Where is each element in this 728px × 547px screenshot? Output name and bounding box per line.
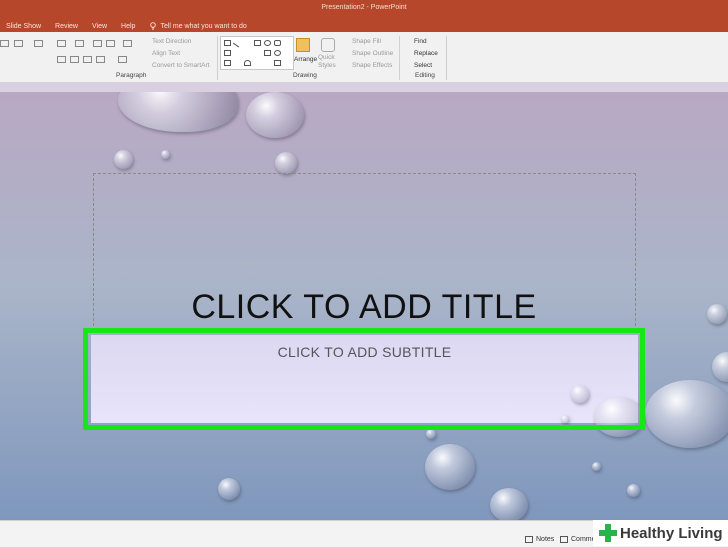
- decrease-indent-icon[interactable]: [93, 40, 102, 47]
- font-size-icon[interactable]: [34, 40, 43, 47]
- ribbon-divider: [399, 36, 400, 80]
- curve-shape-icon[interactable]: [244, 60, 251, 66]
- water-drop: [118, 92, 238, 132]
- notes-icon: [525, 536, 533, 543]
- health-cross-icon: [599, 524, 617, 542]
- arrange-button[interactable]: Arrange: [294, 56, 317, 63]
- columns2-icon[interactable]: [118, 56, 127, 63]
- editing-group-label: Editing: [415, 72, 435, 79]
- star-shape-icon[interactable]: [274, 60, 281, 66]
- rounded-rect-shape-icon[interactable]: [274, 40, 281, 46]
- title-bar: Presentation2 - PowerPoint Slide Show Re…: [0, 0, 728, 32]
- tell-me-box[interactable]: Tell me what you want to do: [149, 22, 247, 30]
- shape-fill[interactable]: Shape Fill: [352, 38, 381, 45]
- justify-icon[interactable]: [96, 56, 105, 63]
- lightbulb-icon: [150, 22, 157, 30]
- tab-help[interactable]: Help: [121, 23, 135, 30]
- numbering-icon[interactable]: [75, 40, 84, 47]
- tab-review[interactable]: Review: [55, 23, 78, 30]
- ribbon-divider: [217, 36, 218, 80]
- slide-area-top: [0, 82, 728, 92]
- align-center-icon[interactable]: [70, 56, 79, 63]
- comment-icon: [560, 536, 568, 543]
- find-button[interactable]: Find: [414, 38, 427, 45]
- water-drop: [712, 352, 728, 382]
- shape-effects[interactable]: Shape Effects: [352, 62, 392, 69]
- water-drop: [592, 462, 601, 471]
- align-left2-icon[interactable]: [57, 56, 66, 63]
- ribbon-divider: [446, 36, 447, 80]
- slide-canvas[interactable]: CLICK TO ADD TITLE CLICK TO ADD SUBTITLE: [0, 92, 728, 520]
- water-drop: [425, 444, 475, 490]
- healthy-living-watermark: Healthy Living: [593, 520, 728, 546]
- notes-button[interactable]: Notes: [525, 536, 554, 543]
- ribbon-tabs: Slide Show Review View Help Tell me what…: [0, 20, 247, 32]
- quick-styles-icon[interactable]: [321, 38, 335, 52]
- tell-me-text: Tell me what you want to do: [160, 22, 247, 30]
- align-left-icon[interactable]: [0, 40, 9, 47]
- water-drop: [645, 380, 728, 448]
- water-drop: [426, 429, 436, 439]
- tab-view[interactable]: View: [92, 23, 107, 30]
- circle-shape-icon[interactable]: [274, 50, 281, 56]
- line-spacing-icon[interactable]: [14, 40, 23, 47]
- bullets-icon[interactable]: [57, 40, 66, 47]
- arrow-shape-icon[interactable]: [264, 50, 271, 56]
- triangle-shape-icon[interactable]: [224, 60, 231, 66]
- shape-outline[interactable]: Shape Outline: [352, 50, 393, 57]
- select-button[interactable]: Select: [414, 62, 432, 69]
- window-title: Presentation2 - PowerPoint: [321, 4, 407, 11]
- water-drop: [161, 150, 170, 159]
- rect2-shape-icon[interactable]: [224, 50, 231, 56]
- rectangle-shape-icon[interactable]: [254, 40, 261, 46]
- paragraph-group-label: Paragraph: [116, 72, 147, 79]
- drawing-group-label: Drawing: [293, 72, 317, 79]
- shapes-gallery[interactable]: [220, 36, 294, 70]
- oval-shape-icon[interactable]: [264, 40, 271, 46]
- subtitle-highlight-frame: [83, 328, 645, 430]
- water-drop: [627, 484, 640, 497]
- slide-title-placeholder[interactable]: CLICK TO ADD TITLE: [0, 288, 728, 327]
- tab-slide-show[interactable]: Slide Show: [6, 23, 41, 30]
- water-drop: [246, 92, 304, 138]
- notes-label: Notes: [536, 536, 555, 543]
- text-direction[interactable]: Text Direction: [152, 38, 191, 45]
- watermark-brand: Healthy Living: [620, 524, 723, 542]
- columns-icon[interactable]: [123, 40, 132, 47]
- water-drop: [114, 150, 133, 169]
- water-drop: [218, 478, 240, 500]
- convert-to-smartart[interactable]: Convert to SmartArt: [152, 62, 209, 69]
- increase-indent-icon[interactable]: [106, 40, 115, 47]
- arrange-icon[interactable]: [296, 38, 310, 52]
- water-drop: [490, 488, 528, 520]
- replace-button[interactable]: Replace: [414, 50, 438, 57]
- align-text[interactable]: Align Text: [152, 50, 180, 57]
- align-right-icon[interactable]: [83, 56, 92, 63]
- quick-styles-button[interactable]: Quick Styles: [318, 54, 340, 70]
- line-shape-icon[interactable]: [232, 38, 243, 48]
- water-drop: [275, 152, 297, 174]
- ribbon: Text Direction Align Text Convert to Sma…: [0, 32, 728, 83]
- textbox-shape-icon[interactable]: [224, 40, 231, 46]
